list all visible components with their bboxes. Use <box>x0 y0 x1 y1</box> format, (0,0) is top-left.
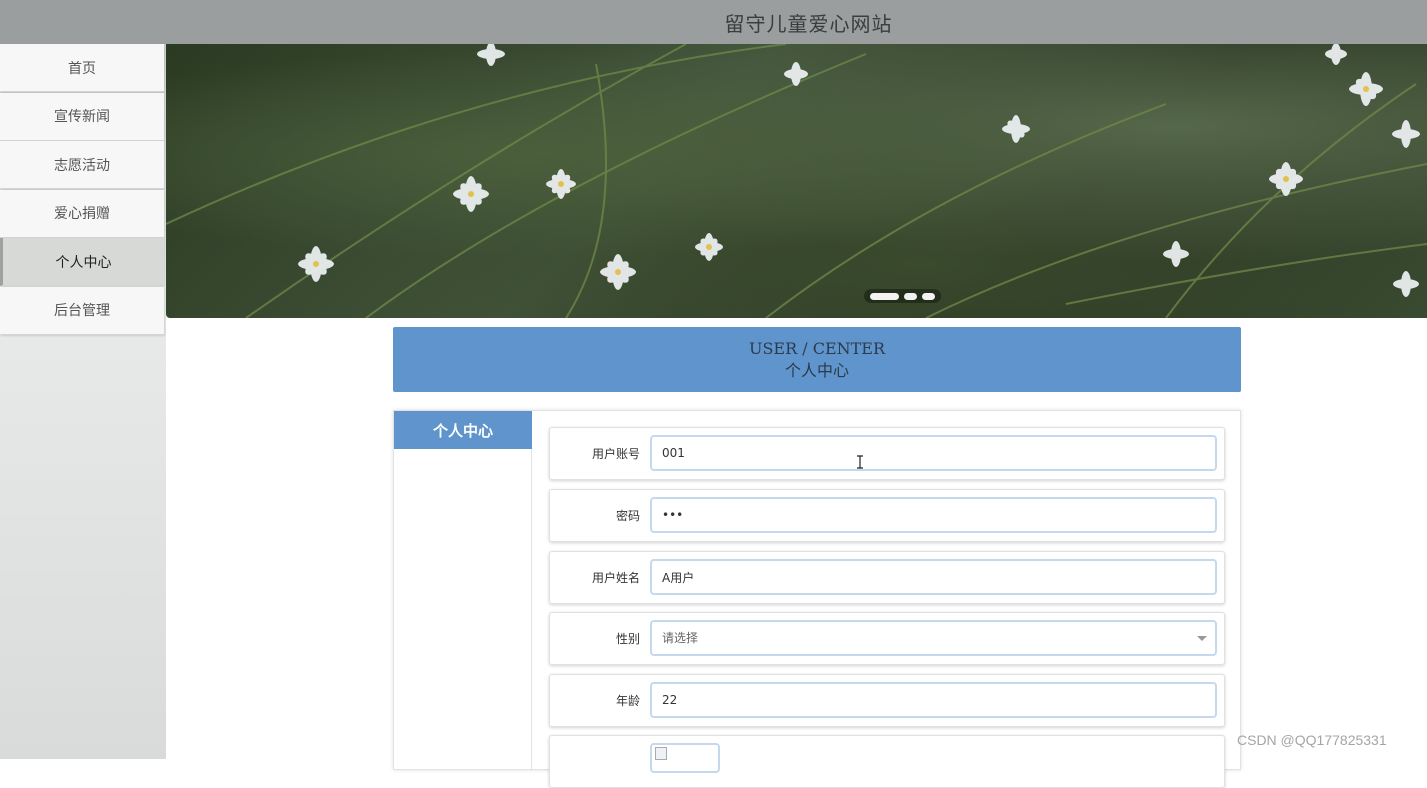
subnav-item-user-center[interactable]: 个人中心 <box>394 411 532 449</box>
sidebar-item-admin[interactable]: 后台管理 <box>0 286 164 335</box>
banner-flower-image <box>166 44 1427 318</box>
section-title-cn: 个人中心 <box>784 360 849 380</box>
user-center-panel: 个人中心 用户账号 密码 用户姓名 性别 请选择 年龄 <box>393 410 1241 788</box>
gender-select[interactable]: 请选择 <box>650 620 1217 656</box>
top-header: 留守儿童爱心网站 <box>0 0 1427 44</box>
site-title: 留守儿童爱心网站 <box>724 11 893 36</box>
password-label: 密码 <box>615 509 640 523</box>
age-row: 年龄 <box>549 674 1225 727</box>
password-row: 密码 <box>549 489 1225 542</box>
name-row: 用户姓名 <box>549 551 1225 604</box>
carousel-dot-1[interactable] <box>870 292 899 300</box>
gender-row: 性别 请选择 <box>549 612 1225 665</box>
sidebar-item-user-center[interactable]: 个人中心 <box>0 238 164 286</box>
i-beam-cursor-icon <box>857 455 863 469</box>
carousel-dot-2[interactable] <box>904 292 917 300</box>
carousel-dot-3[interactable] <box>922 292 935 300</box>
photo-label <box>550 736 640 787</box>
banner-carousel <box>166 44 1427 318</box>
watermark-text: CSDN @QQ177825331 <box>1237 732 1387 748</box>
name-label: 用户姓名 <box>591 571 640 585</box>
name-input[interactable] <box>650 559 1217 595</box>
carousel-indicators <box>864 289 941 303</box>
section-header: USER / CENTER 个人中心 <box>393 327 1241 392</box>
sidebar-item-donation[interactable]: 爱心捐赠 <box>0 189 164 238</box>
age-label: 年龄 <box>615 694 640 708</box>
sidebar-item-news[interactable]: 宣传新闻 <box>0 92 164 141</box>
account-label: 用户账号 <box>591 447 640 461</box>
age-input[interactable] <box>650 682 1217 718</box>
photo-thumbnail[interactable] <box>650 743 720 773</box>
account-row: 用户账号 <box>549 427 1225 480</box>
subnav: 个人中心 <box>394 411 532 771</box>
sidebar-nav: 首页 宣传新闻 志愿活动 爱心捐赠 个人中心 后台管理 <box>0 44 166 759</box>
photo-row <box>549 735 1225 788</box>
password-input[interactable] <box>650 497 1217 533</box>
sidebar-item-volunteer[interactable]: 志愿活动 <box>0 141 164 189</box>
sidebar-item-home[interactable]: 首页 <box>0 44 164 92</box>
account-input[interactable] <box>650 435 1217 471</box>
section-title-en: USER / CENTER <box>748 338 886 358</box>
broken-image-icon <box>655 747 667 760</box>
gender-label: 性别 <box>615 632 640 646</box>
